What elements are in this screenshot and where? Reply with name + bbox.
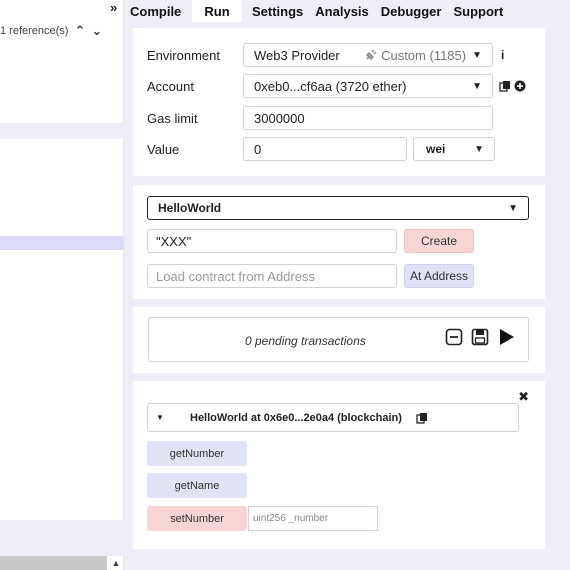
contract-select[interactable]: HelloWorld ▼ (147, 196, 529, 220)
tab-support[interactable]: Support (447, 0, 509, 22)
environment-label: Environment (147, 47, 220, 63)
collapse-panel-icon[interactable]: » (110, 0, 122, 15)
instance-header[interactable]: ▼ HelloWorld at 0x6e0...2e0a4 (blockchai… (147, 403, 519, 432)
caret-down-icon: ▼ (472, 80, 482, 92)
account-value: 0xeb0...cf6aa (3720 ether) (254, 78, 407, 94)
tab-compile[interactable]: Compile (124, 0, 192, 22)
horizontal-scrollbar[interactable] (0, 556, 107, 570)
pending-box: 0 pending transactions (133, 307, 545, 373)
value-unit-select[interactable]: wei ▼ (413, 137, 495, 161)
chevron-up-icon[interactable]: ⌃ (74, 23, 85, 39)
get-name-button[interactable]: getName (147, 473, 247, 498)
tab-bar: » Compile Run Settings Analysis Debugger… (110, 0, 570, 22)
caret-down-icon: ▼ (472, 49, 482, 61)
run-panel: » Compile Run Settings Analysis Debugger… (110, 0, 570, 570)
create-button[interactable]: Create (404, 229, 474, 253)
tab-analysis[interactable]: Analysis (309, 0, 374, 22)
environment-custom-text: Custom (1185) (381, 47, 467, 63)
scroll-up-arrow-icon[interactable]: ▲ (110, 556, 122, 570)
editor-highlight-line (0, 236, 124, 250)
info-icon[interactable]: i (501, 48, 504, 62)
gas-limit-row: Gas limit 3000000 (147, 106, 493, 130)
chevron-down-icon[interactable]: ⌄ (91, 23, 102, 39)
get-number-button[interactable]: getNumber (147, 441, 247, 466)
tab-run[interactable]: Run (192, 0, 242, 22)
gas-limit-label: Gas limit (147, 110, 198, 126)
account-row: Account 0xeb0...cf6aa (3720 ether) ▼ (147, 74, 526, 98)
reference-bar: 1 reference(s) ⌃ ⌄ (0, 22, 124, 40)
gas-limit-input[interactable]: 3000000 (243, 106, 493, 130)
pending-transactions: 0 pending transactions (148, 317, 529, 362)
settings-box: Environment Web3 Provider Custom (1185) … (133, 28, 545, 176)
environment-select[interactable]: Web3 Provider Custom (1185) ▼ (243, 43, 493, 67)
editor-strip: 1 reference(s) ⌃ ⌄ ▲ (0, 0, 124, 570)
copy-icon[interactable] (499, 80, 511, 92)
editor-band (0, 123, 124, 139)
instance-title: HelloWorld at 0x6e0...2e0a4 (blockchain) (190, 411, 402, 424)
save-icon[interactable] (471, 328, 489, 346)
account-label: Account (147, 78, 194, 94)
load-address-input[interactable]: Load contract from Address (147, 264, 397, 288)
reference-count: 1 reference(s) (0, 25, 69, 37)
value-row: Value 0 wei ▼ (147, 137, 495, 161)
editor-band (0, 520, 124, 556)
pending-text: 0 pending transactions (245, 333, 366, 348)
close-icon[interactable]: ✖ (518, 389, 529, 405)
plug-icon (366, 49, 377, 60)
tab-settings[interactable]: Settings (246, 0, 309, 22)
set-number-input[interactable]: uint256 _number (248, 506, 378, 531)
set-number-button[interactable]: setNumber (147, 506, 247, 531)
constructor-arg-input[interactable]: "XXX" (147, 229, 397, 253)
caret-down-icon[interactable]: ▼ (156, 413, 170, 422)
at-address-button[interactable]: At Address (404, 264, 474, 288)
caret-down-icon: ▼ (508, 202, 518, 214)
value-unit: wei (426, 142, 446, 156)
environment-value: Web3 Provider (254, 47, 340, 63)
caret-down-icon: ▼ (474, 143, 484, 155)
tab-debugger[interactable]: Debugger (375, 0, 448, 22)
copy-icon[interactable] (416, 412, 428, 424)
add-account-icon[interactable] (514, 80, 526, 92)
value-input[interactable]: 0 (243, 137, 407, 161)
environment-row: Environment Web3 Provider Custom (1185) … (147, 43, 504, 67)
instances-box: ✖ ▼ HelloWorld at 0x6e0...2e0a4 (blockch… (133, 381, 545, 549)
play-icon[interactable] (499, 328, 515, 346)
contract-selected: HelloWorld (158, 201, 222, 215)
contract-box: HelloWorld ▼ "XXX" Create Load contract … (133, 185, 545, 299)
account-select[interactable]: 0xeb0...cf6aa (3720 ether) ▼ (243, 74, 493, 98)
value-label: Value (147, 141, 180, 157)
clear-icon[interactable] (445, 328, 463, 346)
environment-custom: Custom (1185) (365, 48, 466, 63)
